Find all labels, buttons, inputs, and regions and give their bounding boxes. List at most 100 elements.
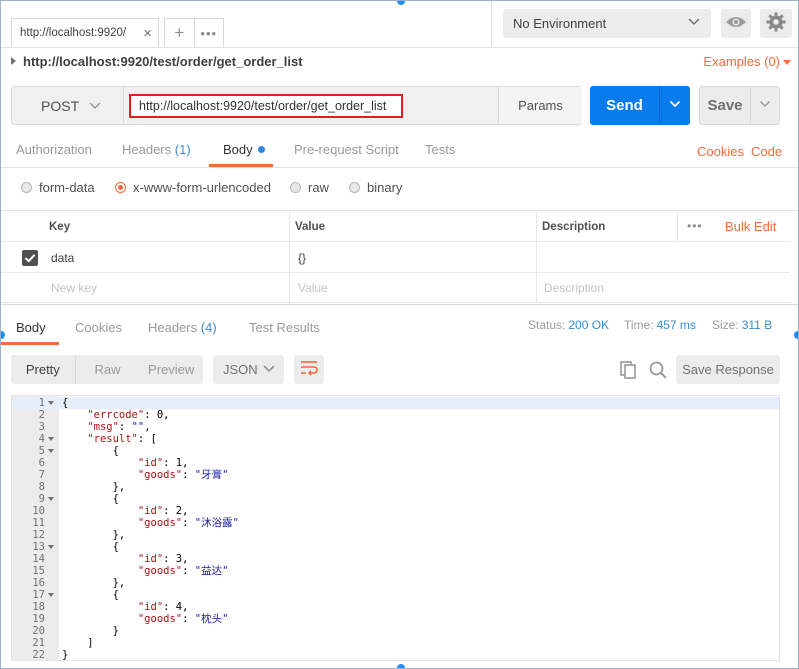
divider — [536, 273, 537, 303]
tab-actions: + ••• — [164, 18, 224, 48]
divider — [289, 212, 290, 242]
copy-icon[interactable] — [618, 360, 638, 383]
fold-toggle-icon[interactable] — [48, 497, 54, 501]
line-number: 15 — [32, 565, 45, 577]
fold-toggle-icon[interactable] — [48, 437, 54, 441]
fold-toggle-icon[interactable] — [48, 545, 54, 549]
environment-selected: No Environment — [513, 16, 607, 31]
code-text: "msg": "", — [87, 421, 151, 433]
tab-pre-request-script[interactable]: Pre-request Script — [294, 142, 399, 157]
new-description-input[interactable]: Description — [544, 273, 604, 303]
raw-button[interactable]: Raw — [76, 355, 140, 384]
pretty-button[interactable]: Pretty — [11, 355, 76, 384]
code-line: 9 { — [12, 493, 779, 505]
manage-environments-button[interactable] — [760, 9, 792, 38]
code-text: "id": 1, — [137, 457, 189, 469]
radio-form-data[interactable]: form-data — [21, 180, 95, 195]
close-icon[interactable]: × — [143, 25, 152, 42]
bulk-edit-button[interactable]: Bulk Edit — [725, 219, 776, 234]
divider — [289, 243, 290, 273]
column-description: Description — [542, 221, 606, 233]
response-tab-body[interactable]: Body — [16, 320, 46, 335]
response-tab-cookies[interactable]: Cookies — [75, 320, 122, 335]
new-key-input[interactable]: New key — [51, 273, 97, 303]
code-line: 11 "goods": "沐浴露" — [12, 517, 779, 529]
radio-raw[interactable]: raw — [290, 180, 329, 195]
code-line: 21 ] — [12, 637, 779, 649]
wrap-lines-button[interactable] — [294, 355, 324, 384]
code-line: 5 { — [12, 445, 779, 457]
request-tab[interactable]: http://localhost:9920/ × — [11, 18, 159, 48]
tab-headers[interactable]: Headers (1) — [122, 142, 191, 157]
response-toolbar: Pretty Raw Preview JSON Save Response — [1, 344, 798, 394]
environment-select[interactable]: No Environment — [503, 9, 711, 38]
resize-handle[interactable] — [397, 664, 405, 668]
save-button-group: Save — [699, 86, 780, 125]
fold-toggle-icon[interactable] — [48, 593, 54, 597]
tab-body[interactable]: Body — [223, 142, 265, 157]
response-tab-headers[interactable]: Headers (4) — [148, 320, 217, 335]
code-text: { — [62, 397, 69, 409]
param-key-input[interactable]: data — [51, 243, 74, 273]
chevron-down-icon — [88, 99, 102, 116]
code-text: "result": [ — [87, 433, 157, 445]
tab-authorization[interactable]: Authorization — [16, 142, 92, 157]
send-button-group: Send — [590, 86, 690, 125]
fold-toggle-icon[interactable] — [48, 449, 54, 453]
radio-circle — [290, 182, 301, 193]
line-number: 18 — [32, 601, 45, 613]
code-line: 4 "result": [ — [12, 433, 779, 445]
divider — [536, 243, 537, 273]
param-value-input[interactable]: {} — [298, 243, 306, 273]
examples-button[interactable]: Examples (0) — [703, 54, 780, 69]
cookies-link[interactable]: Cookies — [697, 144, 744, 159]
new-value-input[interactable]: Value — [298, 273, 328, 303]
save-button[interactable]: Save — [700, 87, 750, 124]
row-enabled-checkbox[interactable] — [22, 250, 38, 266]
params-button[interactable]: Params — [498, 87, 582, 124]
line-number: 2 — [38, 409, 45, 421]
send-options-button[interactable] — [659, 86, 690, 125]
line-number: 12 — [32, 529, 45, 541]
format-select[interactable]: JSON — [213, 355, 284, 384]
search-icon[interactable] — [648, 360, 668, 383]
code-text: { — [62, 589, 119, 601]
body-type-options: form-data x-www-form-urlencoded raw bina… — [1, 169, 798, 211]
table-options-button[interactable]: ••• — [687, 219, 703, 233]
top-bar: http://localhost:9920/ × + ••• No Enviro… — [1, 1, 798, 48]
code-line: 8 }, — [12, 481, 779, 493]
caret-down-icon[interactable] — [783, 60, 791, 65]
request-tabs: Authorization Headers (1) Body Pre-reque… — [1, 135, 798, 168]
response-tab-test-results[interactable]: Test Results — [249, 320, 320, 335]
column-key: Key — [49, 221, 71, 233]
tab-tests[interactable]: Tests — [425, 142, 455, 157]
line-number: 7 — [38, 469, 45, 481]
line-number: 17 — [32, 589, 45, 601]
time-label: Time: — [624, 318, 654, 332]
code-line: 10 "id": 2, — [12, 505, 779, 517]
code-line: 12 }, — [12, 529, 779, 541]
code-text: "goods": "沐浴露" — [137, 517, 239, 529]
new-tab-button[interactable]: + — [165, 19, 194, 47]
line-number: 21 — [32, 637, 45, 649]
line-number: 5 — [38, 445, 45, 457]
save-options-button[interactable] — [750, 87, 779, 124]
code-line: 18 "id": 4, — [12, 601, 779, 613]
tab-more-button[interactable]: ••• — [193, 19, 224, 47]
divider — [677, 212, 678, 242]
response-body-editor[interactable]: 1{2 "errcode": 0, 3 "msg": "", 4 "result":… — [11, 395, 780, 661]
fold-toggle-icon[interactable] — [48, 401, 54, 405]
preview-button[interactable]: Preview — [139, 355, 203, 384]
radio-binary[interactable]: binary — [349, 180, 402, 195]
eye-icon — [725, 15, 747, 32]
code-link[interactable]: Code — [751, 144, 782, 159]
save-response-button[interactable]: Save Response — [676, 355, 780, 384]
caret-right-icon[interactable] — [11, 57, 16, 65]
send-button[interactable]: Send — [590, 86, 659, 125]
resize-handle[interactable] — [794, 331, 798, 339]
environment-quick-look-button[interactable] — [721, 9, 751, 38]
code-text: } — [62, 625, 119, 637]
method-select[interactable]: POST — [12, 87, 124, 124]
radio-urlencoded[interactable]: x-www-form-urlencoded — [115, 180, 271, 195]
url-input[interactable]: http://localhost:9920/test/order/get_ord… — [129, 94, 403, 118]
